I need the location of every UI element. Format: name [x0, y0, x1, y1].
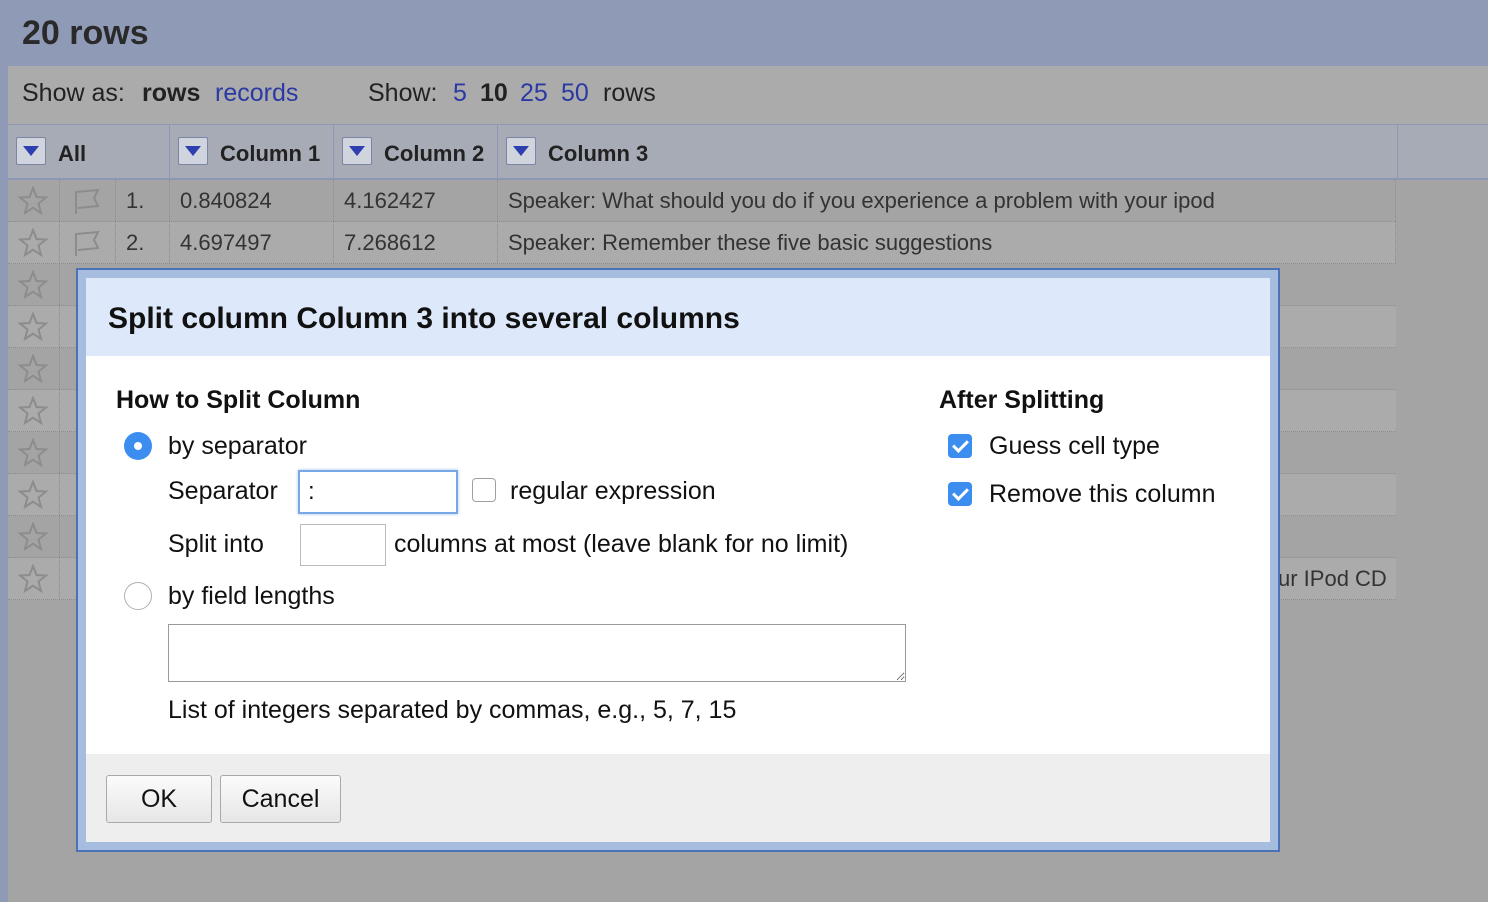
by-field-lengths-radio[interactable] [124, 582, 152, 610]
dropdown-arrow-icon [23, 146, 39, 156]
star-cell[interactable] [8, 348, 60, 389]
column-header-label: Column 3 [548, 141, 649, 166]
remove-column-checkbox[interactable] [948, 482, 972, 506]
regular-expression-label: regular expression [510, 477, 716, 505]
split-into-suffix: columns at most (leave blank for no limi… [394, 530, 849, 558]
cell-value: 7.268612 [344, 230, 436, 255]
cell-column-1[interactable]: 4.697497 [170, 222, 334, 263]
column-1-menu-button[interactable] [178, 137, 208, 165]
show-as-label: Show as: [22, 79, 125, 107]
flag-cell[interactable] [60, 180, 116, 221]
row-number: 1. [126, 188, 145, 213]
field-lengths-hint: List of integers separated by commas, e.… [168, 696, 737, 724]
star-cell[interactable] [8, 264, 60, 305]
star-cell[interactable] [8, 516, 60, 557]
page-size-25-link[interactable]: 25 [520, 79, 548, 108]
flag-cell[interactable] [60, 222, 116, 263]
flag-icon [75, 188, 100, 214]
star-icon [18, 564, 48, 594]
split-into-label: Split into [168, 530, 264, 558]
star-cell[interactable] [8, 180, 60, 221]
row-count-title: 20 rows [22, 14, 149, 52]
split-into-input[interactable] [300, 524, 386, 566]
column-3-menu-button[interactable] [506, 137, 536, 165]
dropdown-arrow-icon [513, 146, 529, 156]
regular-expression-checkbox[interactable] [472, 478, 496, 502]
column-2-menu-button[interactable] [342, 137, 372, 165]
view-toolbar: Show as: rows records Show: 5 10 25 50 r… [8, 66, 1488, 124]
table-row: 1. 0.840824 4.162427 Speaker: What shoul… [8, 180, 1396, 222]
star-icon [18, 270, 48, 300]
star-cell[interactable] [8, 390, 60, 431]
star-cell[interactable] [8, 474, 60, 515]
rows-mode-option: rows [142, 79, 201, 107]
dialog-footer: OK Cancel [86, 754, 1270, 842]
star-icon [18, 228, 48, 258]
column-header-3: Column 3 [498, 125, 1398, 179]
cell-column-3[interactable]: Speaker: Remember these five basic sugge… [498, 222, 1396, 263]
separator-input[interactable] [298, 470, 458, 514]
cell-value: Speaker: What should you do if you exper… [508, 188, 1215, 213]
column-header-label: Column 1 [220, 141, 321, 166]
header-bar: 20 rows [0, 0, 1488, 66]
dropdown-arrow-icon [349, 146, 365, 156]
star-icon [18, 438, 48, 468]
star-icon [18, 312, 48, 342]
star-cell[interactable] [8, 432, 60, 473]
column-header-label: Column 2 [384, 141, 485, 166]
cell-column-1[interactable]: 0.840824 [170, 180, 334, 221]
left-edge-strip [0, 0, 8, 902]
cancel-button[interactable]: Cancel [220, 775, 341, 823]
ok-button[interactable]: OK [106, 775, 212, 823]
split-column-dialog: Split column Column 3 into several colum… [76, 268, 1280, 852]
flag-icon [75, 230, 100, 256]
page-size-5-link[interactable]: 5 [453, 79, 467, 108]
after-splitting-heading: After Splitting [939, 386, 1105, 414]
star-icon [18, 522, 48, 552]
star-cell[interactable] [8, 558, 60, 599]
separator-label: Separator [168, 477, 278, 505]
column-header-all: All [8, 125, 170, 179]
dialog-title: Split column Column 3 into several colum… [108, 302, 740, 335]
cell-column-2[interactable]: 7.268612 [334, 222, 498, 263]
star-cell[interactable] [8, 222, 60, 263]
column-header-2: Column 2 [334, 125, 498, 179]
grid-header: All Column 1 Column 2 Column 3 [8, 124, 1488, 180]
by-separator-radio[interactable] [124, 432, 152, 460]
cell-value: 0.840824 [180, 188, 272, 213]
remove-column-label: Remove this column [989, 480, 1216, 508]
dropdown-arrow-icon [185, 146, 201, 156]
all-menu-button[interactable] [16, 137, 46, 165]
star-icon [18, 480, 48, 510]
column-header-label: All [58, 141, 87, 166]
cell-column-2[interactable]: 4.162427 [334, 180, 498, 221]
guess-cell-type-checkbox[interactable] [948, 434, 972, 458]
page-size-50-link[interactable]: 50 [561, 79, 589, 108]
cell-value: 4.697497 [180, 230, 272, 255]
cell-value: Speaker: Remember these five basic sugge… [508, 230, 993, 255]
page-size-10-option: 10 [480, 79, 508, 107]
star-icon [18, 354, 48, 384]
table-row: 2. 4.697497 7.268612 Speaker: Remember t… [8, 222, 1396, 264]
row-number-cell: 1. [116, 180, 170, 221]
column-header-1: Column 1 [170, 125, 334, 179]
show-label: Show: [368, 79, 438, 107]
star-icon [18, 396, 48, 426]
cell-value: 4.162427 [344, 188, 436, 213]
by-field-lengths-label[interactable]: by field lengths [168, 582, 335, 611]
dialog-body: How to Split Column by separator Separat… [86, 356, 1270, 754]
by-separator-label[interactable]: by separator [168, 432, 307, 461]
row-number-cell: 2. [116, 222, 170, 263]
cell-column-3[interactable]: Speaker: What should you do if you exper… [498, 180, 1396, 221]
star-icon [18, 186, 48, 216]
rows-suffix-label: rows [603, 79, 656, 107]
guess-cell-type-label: Guess cell type [989, 432, 1160, 460]
dialog-title-bar[interactable]: Split column Column 3 into several colum… [86, 278, 1270, 356]
partial-cell-value: ur IPod CD [1278, 566, 1387, 591]
how-to-split-heading: How to Split Column [116, 386, 361, 414]
star-cell[interactable] [8, 306, 60, 347]
field-lengths-textarea[interactable] [168, 624, 906, 682]
row-number: 2. [126, 230, 145, 255]
records-mode-link[interactable]: records [215, 79, 298, 108]
